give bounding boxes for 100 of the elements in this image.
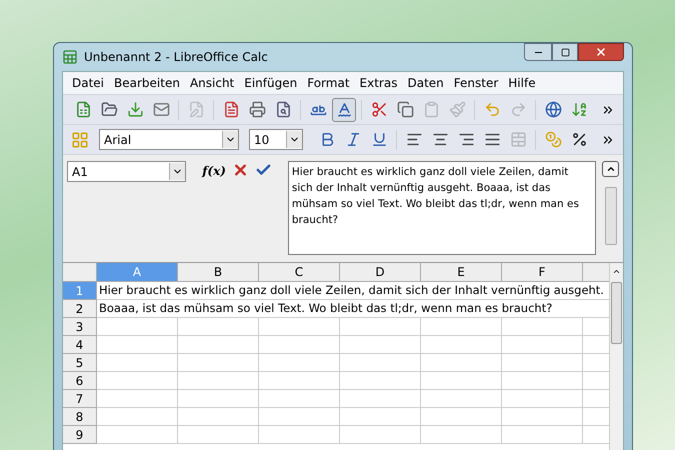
table-cell[interactable] <box>502 426 583 444</box>
table-cell[interactable] <box>97 318 178 336</box>
close-icon <box>595 46 607 58</box>
menu-item[interactable]: Format <box>302 74 355 92</box>
menu-item[interactable]: Datei <box>67 74 110 92</box>
row-header[interactable]: 8 <box>63 408 97 426</box>
table-cell[interactable] <box>259 336 340 354</box>
table-cell[interactable] <box>97 372 178 390</box>
table-cell[interactable] <box>502 354 583 372</box>
corner-header[interactable] <box>63 263 97 282</box>
menu-item[interactable]: Ansicht <box>184 74 240 92</box>
table-cell[interactable] <box>502 390 583 408</box>
justify-icon <box>484 131 500 148</box>
menu-item[interactable]: Extras <box>354 74 402 92</box>
spreadsheet-icon <box>74 101 92 118</box>
download-icon <box>126 101 144 118</box>
table-cell[interactable] <box>259 426 340 444</box>
font-name-field[interactable]: Arial <box>99 129 239 150</box>
expand-icon[interactable] <box>606 164 616 174</box>
close-button[interactable] <box>578 43 624 61</box>
column-header[interactable]: E <box>421 263 502 282</box>
row-header[interactable]: 2 <box>63 300 97 318</box>
table-cell[interactable] <box>178 408 259 426</box>
table-cell[interactable] <box>259 408 340 426</box>
table-cell[interactable] <box>259 318 340 336</box>
table-cell[interactable] <box>178 354 259 372</box>
envelope-icon <box>152 101 170 118</box>
row-header[interactable]: 3 <box>63 318 97 336</box>
menu-item[interactable]: Einfügen <box>239 74 302 92</box>
table-cell[interactable] <box>178 318 259 336</box>
table-cell[interactable] <box>97 336 178 354</box>
row-header[interactable]: 5 <box>63 354 97 372</box>
function-wizard-button[interactable]: f(x) <box>202 161 226 181</box>
row-header[interactable]: 7 <box>63 390 97 408</box>
merge-cells-icon <box>510 131 526 148</box>
menu-item[interactable]: Fenster <box>448 74 504 92</box>
column-header[interactable]: B <box>178 263 259 282</box>
column-header[interactable]: D <box>340 263 421 282</box>
table-cell[interactable] <box>259 354 340 372</box>
table-cell[interactable] <box>340 408 421 426</box>
maximize-icon <box>560 48 570 56</box>
table-cell[interactable] <box>502 372 583 390</box>
menu-item[interactable]: Bearbeiten <box>109 74 185 92</box>
clipboard-icon <box>422 101 440 118</box>
table-cell[interactable] <box>421 318 502 336</box>
grid-icon[interactable] <box>71 130 89 148</box>
table-cell[interactable] <box>340 426 421 444</box>
underline-icon <box>370 131 388 148</box>
table-cell[interactable] <box>259 372 340 390</box>
pencil-document-icon <box>188 101 204 118</box>
row-header[interactable]: 6 <box>63 372 97 390</box>
table-cell[interactable] <box>97 408 178 426</box>
scroll-up-icon[interactable] <box>612 267 621 276</box>
table-cell[interactable] <box>502 408 583 426</box>
magnifier-document-icon <box>274 101 292 118</box>
table-cell[interactable] <box>502 318 583 336</box>
table-cell[interactable] <box>340 336 421 354</box>
row-header[interactable]: 4 <box>63 336 97 354</box>
scrollbar[interactable] <box>609 263 623 450</box>
spellcheck-button[interactable] <box>332 98 356 122</box>
table-cell[interactable] <box>178 390 259 408</box>
font-size-field[interactable]: 10 <box>249 129 303 150</box>
table-cell[interactable]: Hier braucht es wirklich ganz doll viele Zeilen, damit sich der Inhalt vernünftig ausgeht. <box>97 282 609 300</box>
spellcheck-icon <box>336 101 352 118</box>
menu-item[interactable]: Daten <box>402 74 449 92</box>
menu-item[interactable]: Hilfe <box>503 74 541 92</box>
table-cell[interactable] <box>97 354 178 372</box>
folder-icon <box>100 101 118 118</box>
coins-icon <box>544 131 562 148</box>
table-cell[interactable] <box>421 372 502 390</box>
pdf-icon <box>222 101 240 118</box>
table-cell[interactable] <box>340 318 421 336</box>
sort-icon <box>570 101 588 118</box>
formula-input-field[interactable]: Hier braucht es wirklich ganz doll viele Zeilen, damit sich der Inhalt vernünftig ausgeht. Boaaa, ist das mühsam so viel Text. Wo bleibt das tl;dr, wenn man es braucht? <box>288 161 596 255</box>
row-header[interactable]: 9 <box>63 426 97 444</box>
table-cell[interactable] <box>340 390 421 408</box>
table-cell[interactable] <box>421 390 502 408</box>
table-cell[interactable] <box>97 426 178 444</box>
table-cell[interactable] <box>178 426 259 444</box>
align-center-icon <box>432 131 448 148</box>
table-cell[interactable] <box>340 372 421 390</box>
maximize-button[interactable] <box>552 43 578 61</box>
minimize-button[interactable] <box>524 43 552 61</box>
table-cell[interactable] <box>178 372 259 390</box>
table-cell[interactable] <box>421 354 502 372</box>
table-cell[interactable] <box>502 336 583 354</box>
table-cell[interactable]: Boaaa, ist das mühsam so viel Text. Wo bleibt das tl;dr, wenn man es braucht? <box>97 300 609 318</box>
table-cell[interactable] <box>421 408 502 426</box>
table-cell[interactable] <box>259 390 340 408</box>
table-cell[interactable] <box>97 390 178 408</box>
column-header[interactable]: F <box>502 263 583 282</box>
name-box[interactable]: A1 <box>67 161 186 182</box>
table-cell[interactable] <box>340 354 421 372</box>
copy-icon <box>396 101 414 118</box>
table-cell[interactable] <box>178 336 259 354</box>
align-left-icon <box>406 131 422 148</box>
spreadsheet-icon <box>62 49 78 65</box>
column-header[interactable]: C <box>259 263 340 282</box>
table-cell[interactable] <box>421 426 502 444</box>
table-cell[interactable] <box>421 336 502 354</box>
